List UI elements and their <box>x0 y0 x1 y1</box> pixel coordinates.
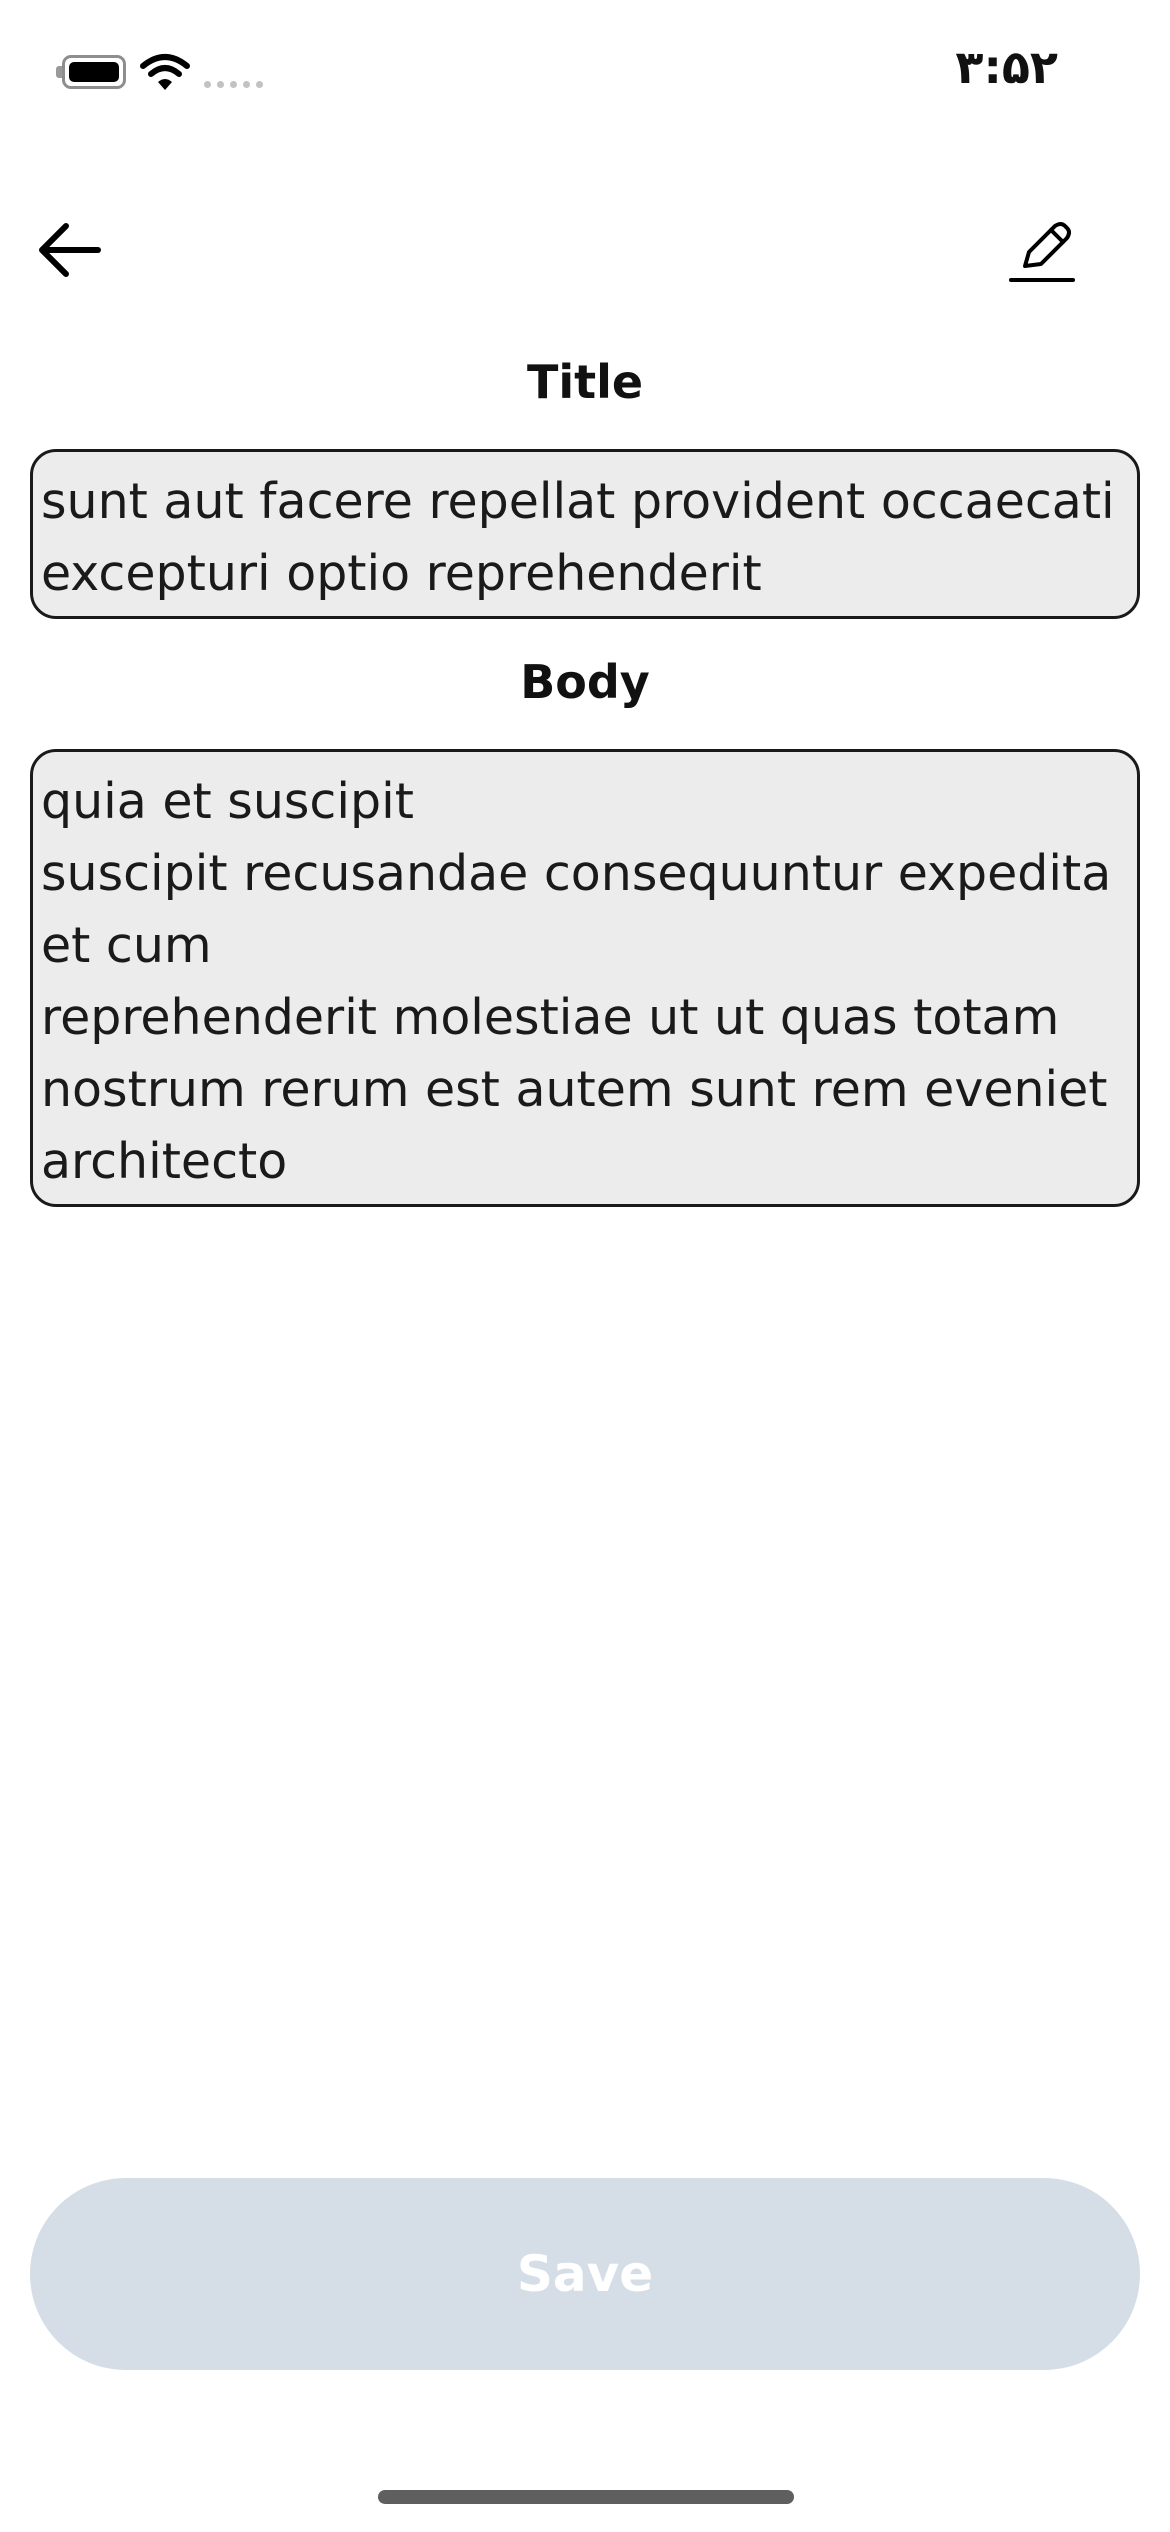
body-field[interactable]: quia et suscipit suscipit recusandae con… <box>30 749 1140 1207</box>
back-button[interactable] <box>30 210 110 290</box>
status-time: ۳:۵۲ <box>955 40 1058 94</box>
wifi-icon <box>140 54 190 90</box>
battery-icon <box>56 55 126 89</box>
body-label: Body <box>520 655 650 709</box>
status-bar: ۳:۵۲ <box>0 0 1170 150</box>
home-indicator[interactable] <box>378 2490 794 2504</box>
pencil-edit-icon <box>1008 222 1075 282</box>
cellular-signal-dots-icon <box>204 52 263 92</box>
title-field[interactable]: sunt aut facere repellat provident occae… <box>30 449 1140 619</box>
arrow-left-icon <box>39 223 101 277</box>
title-label: Title <box>526 355 644 409</box>
edit-button[interactable] <box>1000 205 1085 295</box>
save-button[interactable]: Save <box>30 2178 1140 2370</box>
status-icons <box>56 52 263 92</box>
